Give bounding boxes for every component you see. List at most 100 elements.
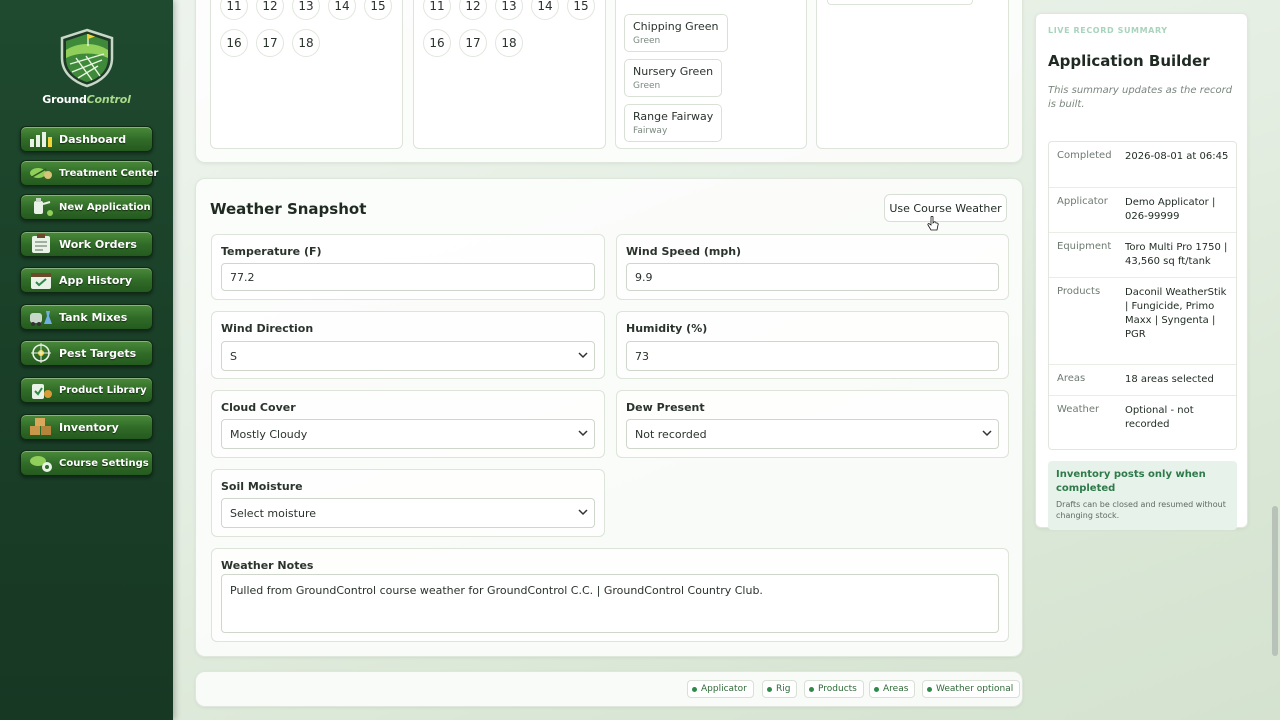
chevron-down-icon: [982, 428, 992, 438]
summary-row-products: Products Daconil WeatherStik | Fungicide…: [1049, 277, 1236, 364]
status-dot-icon: [874, 686, 879, 692]
hole-chip[interactable]: 15: [364, 0, 392, 20]
tag-label: Areas: [883, 684, 909, 694]
hand-cursor-icon: [927, 215, 939, 232]
sprayer-icon: [27, 196, 55, 218]
tag-label: Applicator: [701, 684, 747, 694]
nav-label: Tank Mixes: [59, 310, 128, 324]
nav-work-orders[interactable]: Work Orders: [20, 231, 153, 257]
brand-name-part1: Ground: [42, 93, 87, 106]
summary-table: Completed 2026-08-01 at 06:45 Applicator…: [1048, 141, 1237, 450]
hole-chip[interactable]: 12: [256, 0, 284, 20]
nav-label: Inventory: [59, 420, 119, 434]
area-chip[interactable]: Range Fairway Fairway: [624, 104, 723, 142]
wind-direction-select[interactable]: S: [221, 341, 595, 371]
summary-value: Toro Multi Pro 1750 | 43,560 sq ft/tank: [1125, 242, 1228, 267]
nav-pest-targets[interactable]: Pest Targets: [20, 340, 153, 366]
tag-label: Rig: [776, 684, 791, 694]
nav-label: Course Settings: [59, 457, 149, 469]
wind-speed-field: Wind Speed (mph) 9.9: [616, 234, 1009, 300]
hole-chip[interactable]: 17: [256, 29, 284, 57]
wind-direction-label: Wind Direction: [221, 322, 314, 335]
hole-chip[interactable]: 18: [495, 29, 523, 57]
nav-treatment-center[interactable]: Treatment Center: [20, 160, 158, 186]
nav-tank-mixes[interactable]: Tank Mixes: [20, 304, 153, 330]
other-areas-group: Chipping Green Green Nursery Green Green…: [615, 0, 807, 149]
soil-moisture-label: Soil Moisture: [221, 480, 303, 493]
tag-label: Weather optional: [936, 684, 1014, 694]
summary-key: Completed: [1057, 150, 1112, 161]
tank-icon: [27, 306, 55, 328]
holes-group-1: 11 12 13 14 15 16 17 18: [210, 0, 403, 149]
page-scrollbar-thumb[interactable]: [1272, 506, 1278, 656]
wind-speed-label: Wind Speed (mph): [626, 245, 742, 258]
inventory-callout: Inventory posts only when completed Draf…: [1048, 461, 1237, 530]
nav-label: Treatment Center: [59, 167, 159, 179]
nav-dashboard[interactable]: Dashboard: [20, 126, 153, 152]
hole-chip[interactable]: 14: [531, 0, 559, 20]
nav-label: Pest Targets: [59, 346, 137, 360]
nav-new-application[interactable]: New Application: [20, 194, 153, 220]
chevron-down-icon: [578, 428, 588, 438]
nav-app-history[interactable]: App History: [20, 267, 153, 293]
summary-title: Application Builder: [1048, 52, 1210, 70]
humidity-input[interactable]: 73: [626, 341, 999, 371]
area-chip-type: Fairway: [633, 126, 668, 136]
dew-present-field: Dew Present Not recorded: [616, 390, 1009, 458]
summary-key: Equipment: [1057, 241, 1112, 252]
callout-subtext: Drafts can be closed and resumed without…: [1056, 500, 1226, 520]
wind-speed-input[interactable]: 9.9: [626, 263, 999, 291]
weather-panel: Weather Snapshot Use Course Weather Temp…: [195, 178, 1023, 657]
summary-note: This summary updates as the record is bu…: [1048, 85, 1233, 110]
crosshair-icon: [27, 342, 55, 364]
gear-icon: [27, 452, 55, 474]
nav-label: Work Orders: [59, 237, 137, 251]
holes-group-2: 11 12 13 14 15 16 17 18: [413, 0, 606, 149]
status-dot-icon: [927, 686, 932, 692]
area-chip[interactable]: Chipping Green Green: [624, 14, 728, 52]
nav-label: Product Library: [59, 384, 147, 396]
hole-chip[interactable]: 18: [292, 29, 320, 57]
hole-chip[interactable]: 12: [459, 0, 487, 20]
requirement-tag: Products: [804, 680, 864, 698]
soil-moisture-value: Select moisture: [230, 506, 316, 520]
cloud-cover-select[interactable]: Mostly Cloudy: [221, 419, 595, 449]
summary-key: Weather: [1057, 404, 1100, 415]
status-dot-icon: [767, 686, 772, 692]
nav-course-settings[interactable]: Course Settings: [20, 450, 153, 476]
hole-chip[interactable]: 11: [220, 0, 248, 20]
area-chip-name: Range Fairway: [633, 110, 714, 123]
areas-group-4: [816, 0, 1009, 149]
summary-value: Daconil WeatherStik | Fungicide, Primo M…: [1125, 287, 1227, 340]
calendar-check-icon: [27, 269, 55, 291]
hole-chip[interactable]: 16: [220, 29, 248, 57]
weather-notes-label: Weather Notes: [221, 559, 314, 572]
brand-name-part2: Control: [86, 93, 131, 106]
brand-name: GroundControl: [0, 93, 173, 106]
hole-chip[interactable]: 14: [328, 0, 356, 20]
hole-chip[interactable]: 15: [567, 0, 595, 20]
use-course-weather-button[interactable]: Use Course Weather: [884, 194, 1007, 222]
hole-chip[interactable]: 16: [423, 29, 451, 57]
hole-chip[interactable]: 13: [292, 0, 320, 20]
weather-notes-textarea[interactable]: Pulled from GroundControl course weather…: [221, 574, 999, 633]
area-chip[interactable]: Nursery Green Green: [624, 59, 723, 97]
hole-chip[interactable]: 11: [423, 0, 451, 20]
summary-value: Demo Applicator | 026-99999: [1125, 197, 1216, 222]
live-record-summary: LIVE RECORD SUMMARY Application Builder …: [1035, 13, 1248, 530]
nav-inventory[interactable]: Inventory: [20, 414, 153, 440]
hole-chip[interactable]: 17: [459, 29, 487, 57]
nav-label: App History: [59, 273, 133, 287]
nav-product-library[interactable]: Product Library: [20, 377, 153, 403]
temperature-input[interactable]: 77.2: [221, 263, 595, 291]
summary-row-areas: Areas 18 areas selected: [1049, 364, 1236, 395]
dew-present-value: Not recorded: [635, 427, 707, 441]
hole-chip[interactable]: 13: [495, 0, 523, 20]
temperature-field: Temperature (F) 77.2: [211, 234, 605, 300]
chart-bars-icon: [27, 128, 55, 150]
dew-present-select[interactable]: Not recorded: [626, 419, 999, 449]
nav-label: New Application: [59, 201, 151, 213]
soil-moisture-select[interactable]: Select moisture: [221, 498, 595, 528]
boxes-icon: [27, 416, 55, 438]
sidebar: GroundControl Dashboard Treatment Center…: [0, 0, 173, 720]
